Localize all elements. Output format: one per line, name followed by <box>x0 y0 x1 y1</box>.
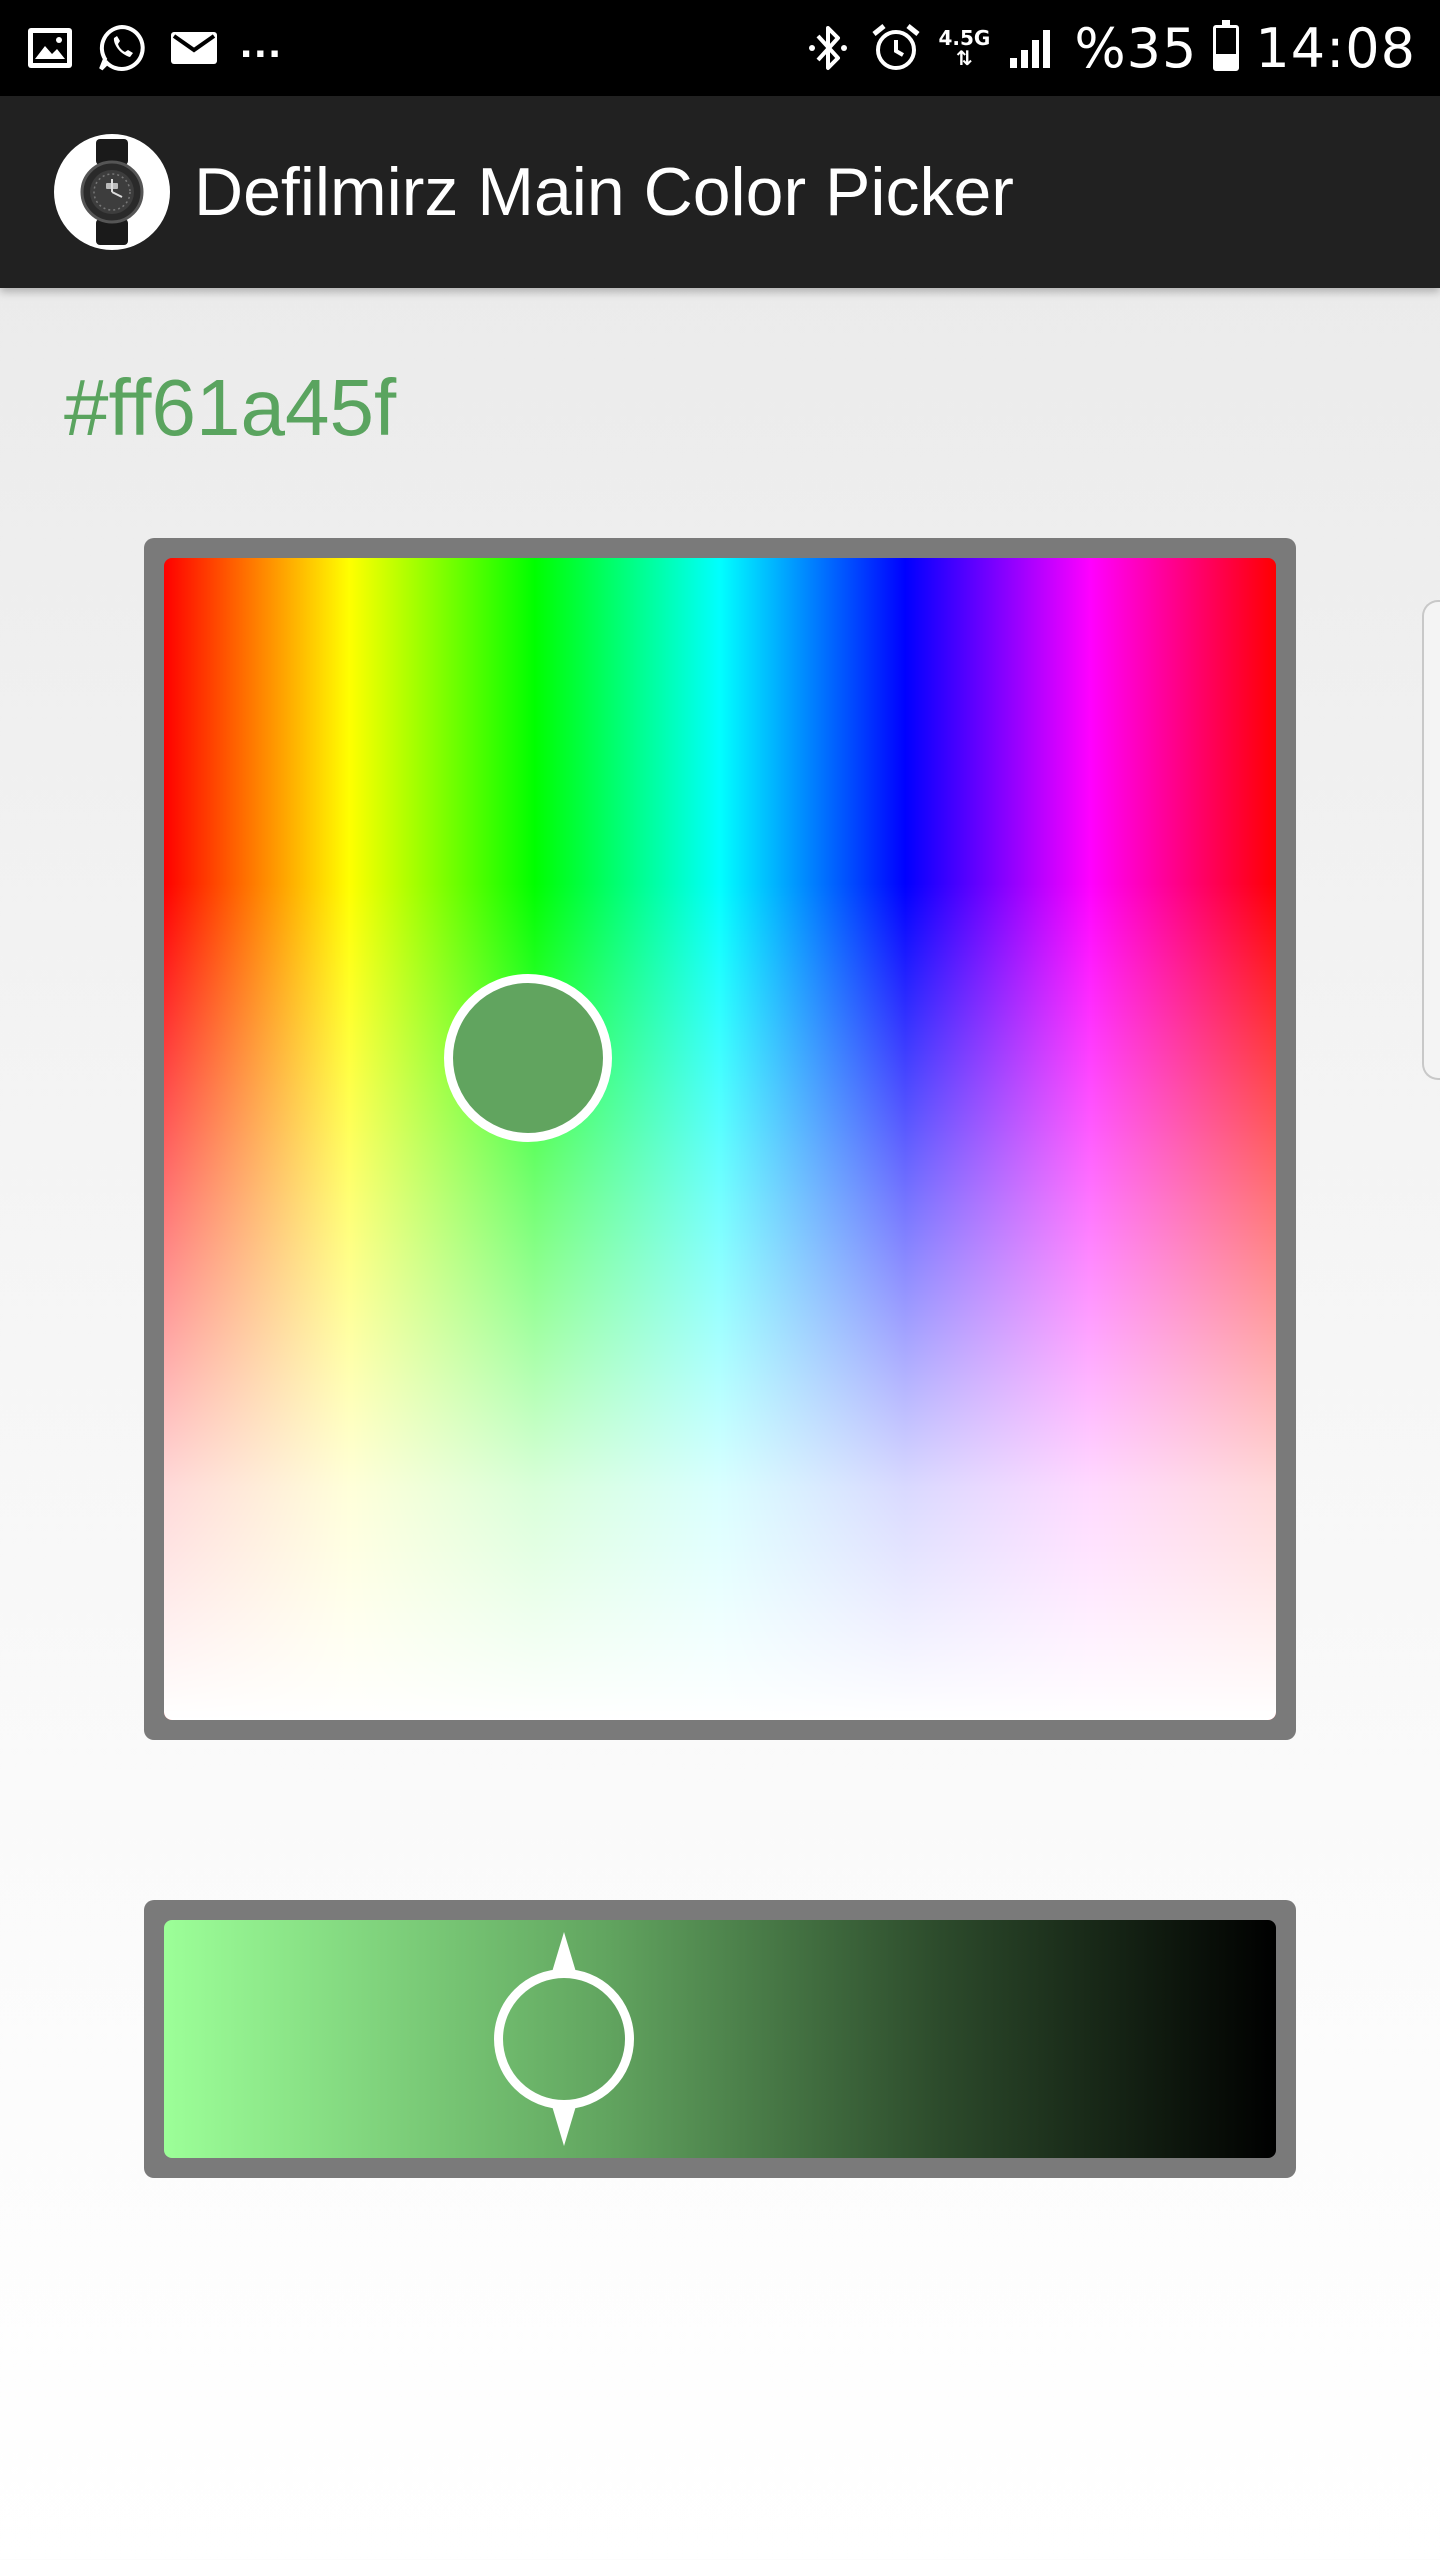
side-drawer-handle[interactable] <box>1422 600 1440 1080</box>
brightness-slider[interactable] <box>144 1900 1296 2178</box>
gallery-icon <box>24 22 76 74</box>
brightness-track[interactable] <box>164 1920 1276 2158</box>
data-arrows-icon: ⇅ <box>956 46 973 70</box>
app-bar: Defilmirz Main Color Picker <box>0 96 1440 288</box>
hue-saturation-picker[interactable] <box>144 538 1296 1740</box>
color-selector-handle[interactable] <box>444 973 613 1142</box>
system-icons: 4.5G ⇅ %35 14:08 <box>802 14 1416 82</box>
clock: 14:08 <box>1255 16 1416 80</box>
thumb-arrow-up-icon <box>552 1932 577 1972</box>
alarm-icon <box>870 22 922 74</box>
battery-percent: %35 <box>1074 16 1198 80</box>
whatsapp-icon <box>96 22 148 74</box>
notification-icons: ... <box>24 18 283 76</box>
saturation-gradient <box>164 558 1276 1720</box>
more-notifications: ... <box>240 18 283 67</box>
bluetooth-icon <box>802 22 854 74</box>
hex-color-value: #ff61a45f <box>64 363 397 452</box>
network-type: 4.5G ⇅ <box>938 28 990 68</box>
brightness-thumb[interactable] <box>494 1932 635 2146</box>
smartwatch-icon <box>54 134 170 250</box>
signal-icon <box>1006 22 1058 74</box>
battery-icon <box>1213 20 1240 71</box>
status-bar: ... 4.5G ⇅ %35 14:08 <box>0 0 1440 96</box>
app-title: Defilmirz Main Color Picker <box>194 154 1014 230</box>
hue-saturation-area[interactable] <box>164 558 1276 1720</box>
thumb-arrow-down-icon <box>552 2106 577 2146</box>
mail-icon <box>168 22 220 74</box>
